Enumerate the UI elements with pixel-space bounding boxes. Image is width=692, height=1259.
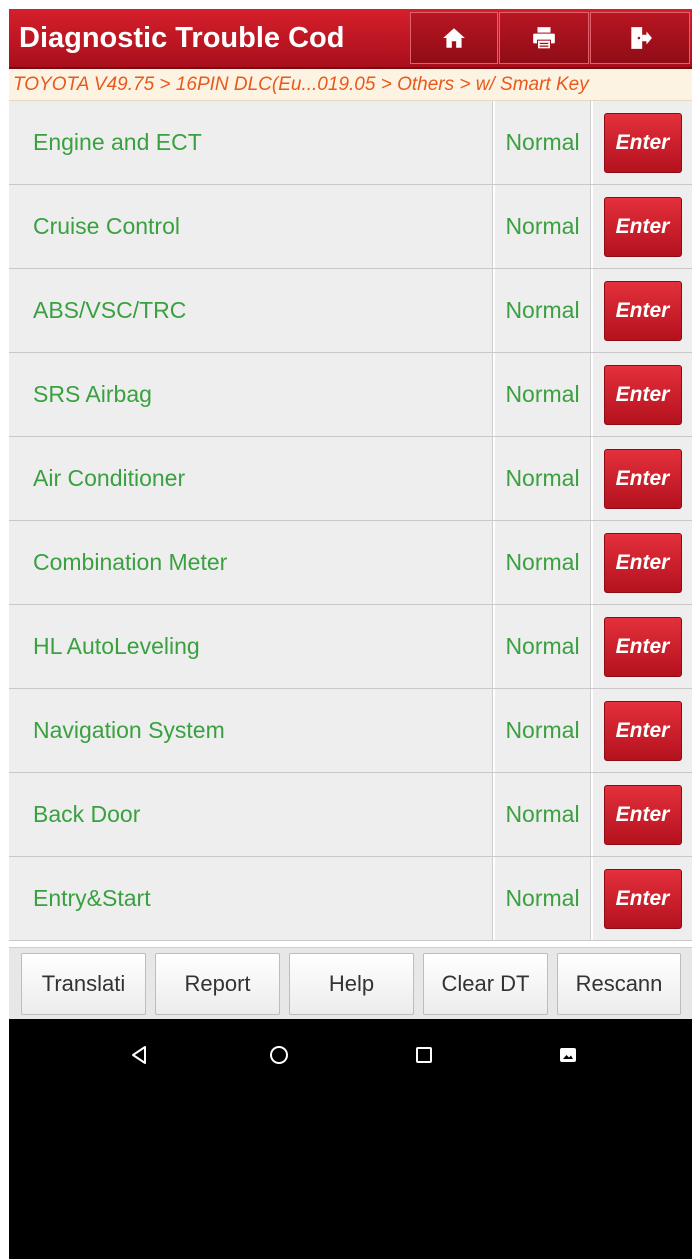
enter-button[interactable]: Enter — [603, 616, 682, 677]
enter-button[interactable]: Enter — [603, 364, 682, 425]
list-item: Combination Meter Normal Enter — [9, 521, 692, 605]
list-item: Engine and ECT Normal Enter — [9, 101, 692, 185]
status-text: Normal — [495, 521, 591, 604]
list-item: ABS/VSC/TRC Normal Enter — [9, 269, 692, 353]
system-navigation-bar — [9, 1019, 692, 1259]
list-item: Air Conditioner Normal Enter — [9, 437, 692, 521]
system-name: Navigation System — [9, 689, 493, 772]
recents-square-icon[interactable] — [412, 1043, 436, 1067]
list-item: Back Door Normal Enter — [9, 773, 692, 857]
system-name: Combination Meter — [9, 521, 493, 604]
list-item: Navigation System Normal Enter — [9, 689, 692, 773]
translate-button[interactable]: Translati — [21, 953, 146, 1015]
home-button[interactable] — [410, 12, 498, 64]
status-text: Normal — [495, 689, 591, 772]
enter-cell: Enter — [593, 857, 692, 940]
exit-icon — [631, 27, 652, 49]
page-title: Diagnostic Trouble Cod — [19, 22, 345, 54]
enter-button[interactable]: Enter — [603, 280, 682, 341]
enter-cell: Enter — [593, 353, 692, 436]
status-text: Normal — [495, 353, 591, 436]
enter-cell: Enter — [593, 689, 692, 772]
enter-cell: Enter — [593, 521, 692, 604]
enter-button[interactable]: Enter — [603, 112, 682, 173]
app-window: Diagnostic Trouble Cod TOYOTA V49.75 > 1 — [9, 9, 692, 1259]
status-text: Normal — [495, 437, 591, 520]
system-name: SRS Airbag — [9, 353, 493, 436]
enter-cell: Enter — [593, 101, 692, 184]
screenshot-icon[interactable] — [556, 1043, 580, 1067]
enter-button[interactable]: Enter — [603, 448, 682, 509]
enter-cell: Enter — [593, 437, 692, 520]
system-list: Engine and ECT Normal Enter Cruise Contr… — [9, 101, 692, 949]
home-circle-icon[interactable] — [267, 1043, 291, 1067]
system-name: Air Conditioner — [9, 437, 493, 520]
status-text: Normal — [495, 185, 591, 268]
list-item: Cruise Control Normal Enter — [9, 185, 692, 269]
status-text: Normal — [495, 773, 591, 856]
system-name: Entry&Start — [9, 857, 493, 940]
list-item: SRS Airbag Normal Enter — [9, 353, 692, 437]
back-triangle-icon[interactable] — [127, 1043, 151, 1067]
help-button[interactable]: Help — [289, 953, 414, 1015]
home-icon — [443, 28, 465, 48]
status-text: Normal — [495, 101, 591, 184]
enter-button[interactable]: Enter — [603, 700, 682, 761]
enter-cell: Enter — [593, 773, 692, 856]
print-button[interactable] — [499, 12, 589, 64]
enter-button[interactable]: Enter — [603, 532, 682, 593]
exit-button[interactable] — [590, 12, 690, 64]
enter-button[interactable]: Enter — [603, 784, 682, 845]
status-text: Normal — [495, 857, 591, 940]
enter-cell: Enter — [593, 269, 692, 352]
list-item: Entry&Start Normal Enter — [9, 857, 692, 941]
list-item: HL AutoLeveling Normal Enter — [9, 605, 692, 689]
enter-button[interactable]: Enter — [603, 196, 682, 257]
enter-cell: Enter — [593, 185, 692, 268]
system-name: Back Door — [9, 773, 493, 856]
report-button[interactable]: Report — [155, 953, 280, 1015]
status-text: Normal — [495, 605, 591, 688]
bottom-toolbar: Translati Report Help Clear DT Rescann — [9, 947, 692, 1020]
system-name: ABS/VSC/TRC — [9, 269, 493, 352]
enter-cell: Enter — [593, 605, 692, 688]
status-text: Normal — [495, 269, 591, 352]
breadcrumb: TOYOTA V49.75 > 16PIN DLC(Eu...019.05 > … — [9, 69, 692, 101]
system-name: Engine and ECT — [9, 101, 493, 184]
system-name: HL AutoLeveling — [9, 605, 493, 688]
rescan-button[interactable]: Rescann — [557, 953, 681, 1015]
printer-icon — [533, 27, 555, 50]
system-name: Cruise Control — [9, 185, 493, 268]
enter-button[interactable]: Enter — [603, 868, 682, 929]
title-bar: Diagnostic Trouble Cod — [9, 9, 692, 69]
clear-dtc-button[interactable]: Clear DT — [423, 953, 548, 1015]
